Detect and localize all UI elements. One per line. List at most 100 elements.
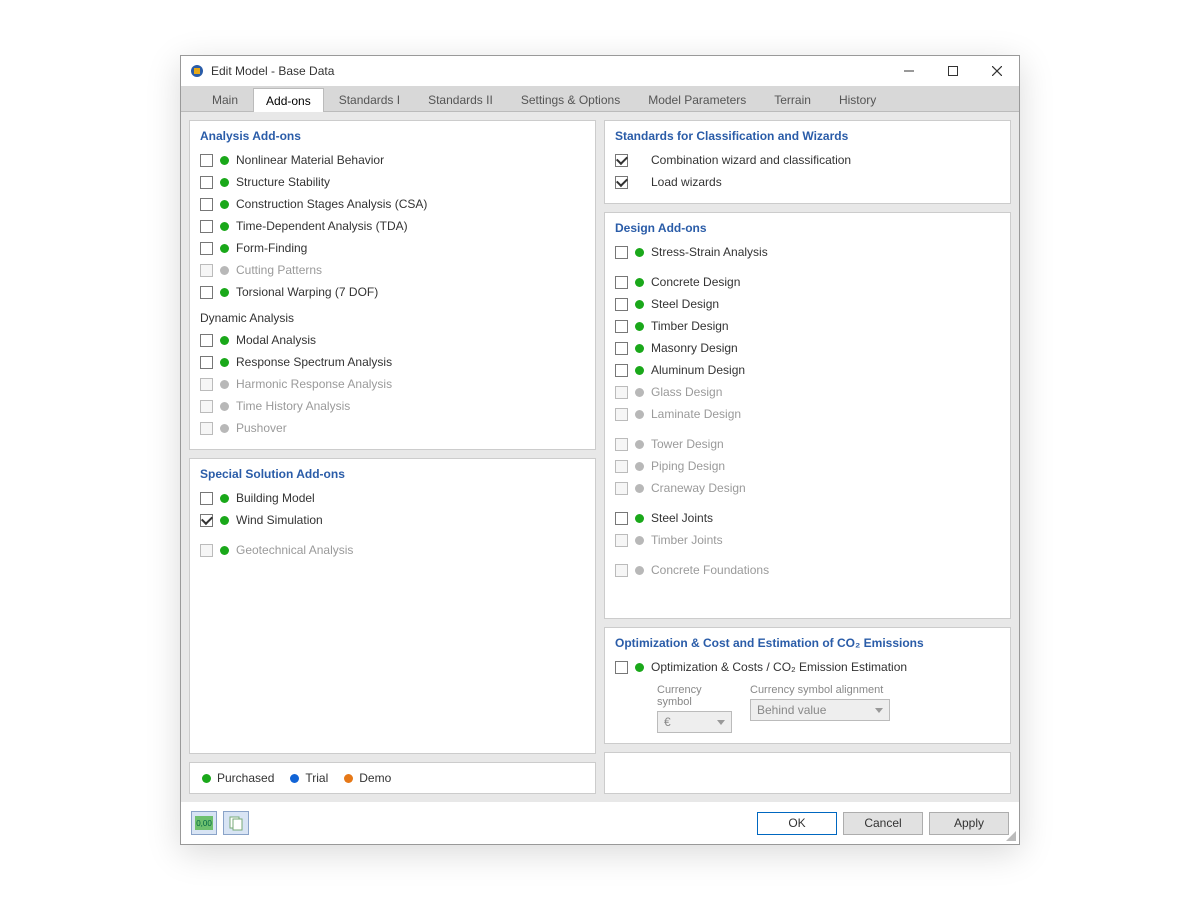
checkbox — [615, 564, 628, 577]
checkbox[interactable] — [200, 242, 213, 255]
option-label: Torsional Warping (7 DOF) — [236, 285, 378, 299]
option-row: Modal Analysis — [200, 329, 585, 351]
option-label: Cutting Patterns — [236, 263, 322, 277]
checkbox[interactable] — [200, 356, 213, 369]
option-label: Harmonic Response Analysis — [236, 377, 392, 391]
checkbox[interactable] — [615, 176, 628, 189]
status-dot-icon — [220, 266, 229, 275]
tab-settings-options[interactable]: Settings & Options — [508, 87, 633, 111]
checkbox[interactable] — [615, 154, 628, 167]
option-label: Masonry Design — [651, 341, 738, 355]
checkbox[interactable] — [200, 220, 213, 233]
option-row: Timber Design — [615, 315, 1000, 337]
tab-history[interactable]: History — [826, 87, 889, 111]
checkbox[interactable] — [200, 492, 213, 505]
option-label: Time History Analysis — [236, 399, 350, 413]
checkbox[interactable] — [615, 661, 628, 674]
tab-standards-i[interactable]: Standards I — [326, 87, 413, 111]
status-dot-icon — [220, 288, 229, 297]
option-label: Construction Stages Analysis (CSA) — [236, 197, 427, 211]
legend: Purchased Trial Demo — [189, 762, 596, 794]
option-row: Laminate Design — [615, 403, 1000, 425]
ok-button[interactable]: OK — [757, 812, 837, 835]
dot-orange-icon — [344, 774, 353, 783]
option-label: Tower Design — [651, 437, 724, 451]
minimize-button[interactable] — [887, 56, 931, 86]
panel-special-solution: Special Solution Add-ons Building ModelW… — [189, 458, 596, 754]
panel-optimization: Optimization & Cost and Estimation of CO… — [604, 627, 1011, 744]
resize-grip[interactable] — [1004, 829, 1016, 841]
maximize-button[interactable] — [931, 56, 975, 86]
status-dot-icon — [220, 156, 229, 165]
option-label: Combination wizard and classification — [651, 153, 851, 167]
option-row: Geotechnical Analysis — [200, 539, 585, 561]
option-label: Structure Stability — [236, 175, 330, 189]
status-dot-icon — [635, 366, 644, 375]
checkbox[interactable] — [200, 286, 213, 299]
tab-standards-ii[interactable]: Standards II — [415, 87, 506, 111]
currency-symbol-select[interactable]: € — [657, 711, 732, 733]
option-row: Timber Joints — [615, 529, 1000, 551]
option-row: Time-Dependent Analysis (TDA) — [200, 215, 585, 237]
status-dot-icon — [635, 536, 644, 545]
checkbox[interactable] — [615, 298, 628, 311]
checkbox[interactable] — [200, 154, 213, 167]
option-row: Response Spectrum Analysis — [200, 351, 585, 373]
status-dot-icon — [635, 514, 644, 523]
checkbox — [200, 400, 213, 413]
checkbox[interactable] — [615, 320, 628, 333]
option-label: Craneway Design — [651, 481, 746, 495]
cancel-button[interactable]: Cancel — [843, 812, 923, 835]
status-dot-icon — [220, 178, 229, 187]
option-row: Concrete Design — [615, 271, 1000, 293]
checkbox[interactable] — [615, 276, 628, 289]
status-dot-icon — [220, 380, 229, 389]
currency-alignment-select[interactable]: Behind value — [750, 699, 890, 721]
status-dot-icon — [635, 462, 644, 471]
copy-button[interactable] — [223, 811, 249, 835]
units-button[interactable]: 0,00 — [191, 811, 217, 835]
checkbox — [615, 460, 628, 473]
option-label: Optimization & Costs / CO₂ Emission Esti… — [651, 660, 907, 674]
content-area: Analysis Add-ons Nonlinear Material Beha… — [181, 112, 1019, 802]
status-dot-icon — [635, 484, 644, 493]
option-row: Combination wizard and classification — [615, 149, 1000, 171]
left-column: Analysis Add-ons Nonlinear Material Beha… — [189, 120, 596, 794]
option-label: Stress-Strain Analysis — [651, 245, 768, 259]
checkbox[interactable] — [200, 514, 213, 527]
tab-terrain[interactable]: Terrain — [761, 87, 824, 111]
tab-main[interactable]: Main — [199, 87, 251, 111]
option-row: Piping Design — [615, 455, 1000, 477]
checkbox[interactable] — [200, 334, 213, 347]
tab-model-parameters[interactable]: Model Parameters — [635, 87, 759, 111]
panel-analysis-addons: Analysis Add-ons Nonlinear Material Beha… — [189, 120, 596, 450]
checkbox — [615, 438, 628, 451]
checkbox[interactable] — [615, 364, 628, 377]
apply-button[interactable]: Apply — [929, 812, 1009, 835]
option-label: Concrete Design — [651, 275, 740, 289]
panel-title: Optimization & Cost and Estimation of CO… — [615, 636, 1000, 650]
panel-title: Standards for Classification and Wizards — [615, 129, 1000, 143]
option-label: Response Spectrum Analysis — [236, 355, 392, 369]
status-dot-icon — [635, 322, 644, 331]
option-label: Building Model — [236, 491, 315, 505]
option-row: Steel Joints — [615, 507, 1000, 529]
option-label: Steel Joints — [651, 511, 713, 525]
status-dot-icon — [220, 244, 229, 253]
checkbox[interactable] — [200, 176, 213, 189]
checkbox[interactable] — [200, 198, 213, 211]
status-dot-icon — [635, 663, 644, 672]
close-button[interactable] — [975, 56, 1019, 86]
status-dot-icon — [635, 300, 644, 309]
checkbox[interactable] — [615, 512, 628, 525]
checkbox[interactable] — [615, 246, 628, 259]
checkbox[interactable] — [615, 342, 628, 355]
checkbox — [200, 422, 213, 435]
currency-symbol-label: Currency symbol — [657, 684, 732, 708]
tab-add-ons[interactable]: Add-ons — [253, 88, 324, 112]
status-dot-icon — [220, 336, 229, 345]
option-label: Modal Analysis — [236, 333, 316, 347]
panel-title: Analysis Add-ons — [200, 129, 585, 143]
option-label: Concrete Foundations — [651, 563, 769, 577]
option-row: Concrete Foundations — [615, 559, 1000, 581]
